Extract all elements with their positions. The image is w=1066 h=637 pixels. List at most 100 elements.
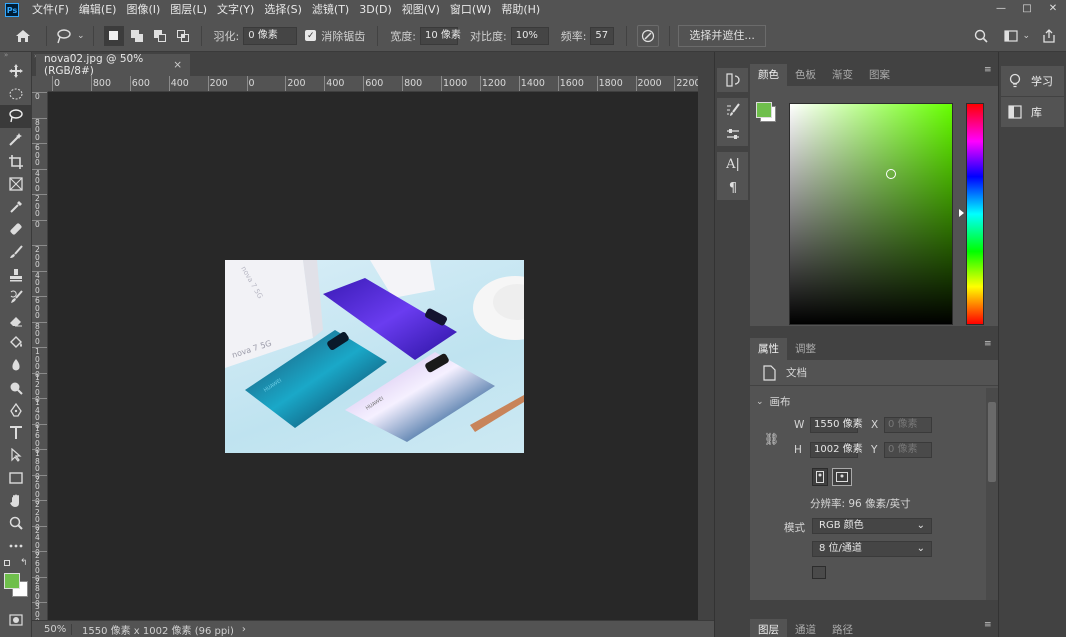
hue-slider[interactable] xyxy=(966,103,984,325)
color-picker-cursor[interactable] xyxy=(886,169,896,179)
minimize-button[interactable]: — xyxy=(988,0,1014,16)
tab-paths[interactable]: 路径 xyxy=(824,619,861,637)
select-and-mask-button[interactable]: 选择并遮住... xyxy=(678,24,766,47)
brush-settings-icon[interactable] xyxy=(717,98,749,122)
frequency-input[interactable]: 57 xyxy=(590,26,615,45)
collapse-canvas-icon[interactable]: ⌄ xyxy=(756,397,764,407)
link-dimensions-icon[interactable]: ⛓ xyxy=(764,432,779,446)
chevron-down-icon[interactable]: ⌄ xyxy=(77,31,85,41)
crop-tool-icon[interactable] xyxy=(0,150,32,173)
tab-channels[interactable]: 通道 xyxy=(787,619,824,637)
clone-stamp-tool-icon[interactable] xyxy=(0,263,32,286)
panel-menu-icon[interactable]: ≡ xyxy=(984,66,994,78)
hand-tool-icon[interactable] xyxy=(0,489,32,512)
tab-gradients[interactable]: 渐变 xyxy=(824,64,861,86)
zoom-tool-icon[interactable] xyxy=(0,512,32,535)
status-menu-icon[interactable]: › xyxy=(242,624,246,635)
magic-wand-tool-icon[interactable] xyxy=(0,128,32,151)
contrast-input[interactable]: 10% xyxy=(510,26,549,45)
canvas-color-swatch[interactable] xyxy=(812,566,826,579)
paint-bucket-tool-icon[interactable] xyxy=(0,331,32,354)
document-tab[interactable]: nova02.jpg @ 50%(RGB/8#) × xyxy=(36,53,190,77)
more-tools-icon[interactable] xyxy=(0,534,32,557)
tab-color[interactable]: 颜色 xyxy=(750,64,787,86)
library-panel-button[interactable]: 库 xyxy=(1001,97,1064,127)
canvas-area[interactable]: nova 7 5G nova 7 5G HUAWEI HUAWEI xyxy=(48,92,698,620)
close-tab-icon[interactable]: × xyxy=(173,59,182,71)
add-selection-icon[interactable] xyxy=(127,26,147,46)
workspace-icon[interactable] xyxy=(1000,25,1022,47)
learn-panel-button[interactable]: 学习 xyxy=(1001,66,1064,96)
menu-select[interactable]: 选择(S) xyxy=(259,0,307,20)
frame-tool-icon[interactable] xyxy=(0,173,32,196)
tab-layers[interactable]: 图层 xyxy=(750,619,787,637)
menu-3d[interactable]: 3D(D) xyxy=(354,0,397,20)
foreground-color-swatch[interactable] xyxy=(4,573,20,590)
feather-input[interactable]: 0 像素 xyxy=(243,26,298,45)
tab-adjustments[interactable]: 调整 xyxy=(787,338,824,360)
menu-filter[interactable]: 滤镜(T) xyxy=(307,0,354,20)
adjustments-icon[interactable] xyxy=(717,122,749,146)
landscape-orientation-icon[interactable] xyxy=(832,468,852,486)
zoom-level[interactable]: 50% xyxy=(32,623,72,635)
properties-scrollbar[interactable] xyxy=(986,388,998,600)
canvas-x-input[interactable]: 0 像素 xyxy=(884,417,932,433)
canvas-width-input[interactable]: 1550 像素 xyxy=(810,417,863,433)
workspace-chevron-icon[interactable]: ⌄ xyxy=(1022,31,1030,41)
menu-view[interactable]: 视图(V) xyxy=(397,0,445,20)
menu-window[interactable]: 窗口(W) xyxy=(445,0,496,20)
subtract-selection-icon[interactable] xyxy=(150,26,170,46)
home-icon[interactable] xyxy=(12,25,34,47)
eraser-tool-icon[interactable] xyxy=(0,309,32,332)
ps-logo-icon[interactable]: Ps xyxy=(5,3,19,17)
document-image[interactable]: nova 7 5G nova 7 5G HUAWEI HUAWEI xyxy=(225,260,524,453)
rectangle-tool-icon[interactable] xyxy=(0,467,32,490)
bit-depth-select[interactable]: 8 位/通道 ⌄ xyxy=(812,541,932,557)
lasso-tool-icon[interactable] xyxy=(0,105,32,128)
close-window-button[interactable]: ✕ xyxy=(1040,0,1066,16)
menu-layer[interactable]: 图层(L) xyxy=(165,0,212,20)
marquee-tool-icon[interactable] xyxy=(0,83,32,106)
swap-colors-icon[interactable]: ↰ xyxy=(20,558,28,568)
antialias-checkbox[interactable]: ✓ xyxy=(305,30,317,41)
move-tool-icon[interactable] xyxy=(0,60,32,83)
canvas-height-input[interactable]: 1002 像素 xyxy=(810,442,863,458)
properties-scroll-thumb[interactable] xyxy=(988,402,996,482)
width-input[interactable]: 10 像素 xyxy=(419,26,461,45)
healing-brush-tool-icon[interactable] xyxy=(0,218,32,241)
hue-slider-handle[interactable] xyxy=(959,209,964,217)
menu-image[interactable]: 图像(I) xyxy=(121,0,165,20)
portrait-orientation-icon[interactable] xyxy=(812,468,828,486)
color-panel-foreground-swatch[interactable] xyxy=(756,102,772,118)
properties-menu-icon[interactable]: ≡ xyxy=(984,340,994,352)
path-selection-tool-icon[interactable] xyxy=(0,444,32,467)
menu-edit[interactable]: 编辑(E) xyxy=(74,0,122,20)
tab-properties[interactable]: 属性 xyxy=(750,338,787,360)
character-panel-icon[interactable]: A| xyxy=(717,152,749,176)
blur-tool-icon[interactable] xyxy=(0,354,32,377)
layers-menu-icon[interactable]: ≡ xyxy=(984,621,994,633)
menu-file[interactable]: 文件(F) xyxy=(27,0,74,20)
color-field[interactable] xyxy=(789,103,953,325)
menu-help[interactable]: 帮助(H) xyxy=(496,0,545,20)
tab-patterns[interactable]: 图案 xyxy=(861,64,898,86)
canvas-vertical-scrollbar[interactable] xyxy=(698,76,714,620)
pen-tool-icon[interactable] xyxy=(0,399,32,422)
dodge-tool-icon[interactable] xyxy=(0,376,32,399)
history-panel-icon[interactable] xyxy=(717,68,749,92)
tab-swatches[interactable]: 色板 xyxy=(787,64,824,86)
default-colors-icon[interactable] xyxy=(4,560,10,567)
eyedropper-tool-icon[interactable] xyxy=(0,196,32,219)
quick-mask-icon[interactable] xyxy=(0,609,32,632)
type-tool-icon[interactable] xyxy=(0,422,32,445)
intersect-selection-icon[interactable] xyxy=(173,26,193,46)
stylus-pressure-icon[interactable] xyxy=(637,24,660,47)
maximize-button[interactable]: □ xyxy=(1014,0,1040,16)
canvas-y-input[interactable]: 0 像素 xyxy=(884,442,932,458)
new-selection-icon[interactable] xyxy=(103,25,124,46)
paragraph-panel-icon[interactable]: ¶ xyxy=(717,176,749,200)
share-icon[interactable] xyxy=(1038,25,1060,47)
brush-tool-icon[interactable] xyxy=(0,241,32,264)
search-icon[interactable] xyxy=(970,25,992,47)
color-mode-select[interactable]: RGB 颜色 ⌄ xyxy=(812,518,932,534)
